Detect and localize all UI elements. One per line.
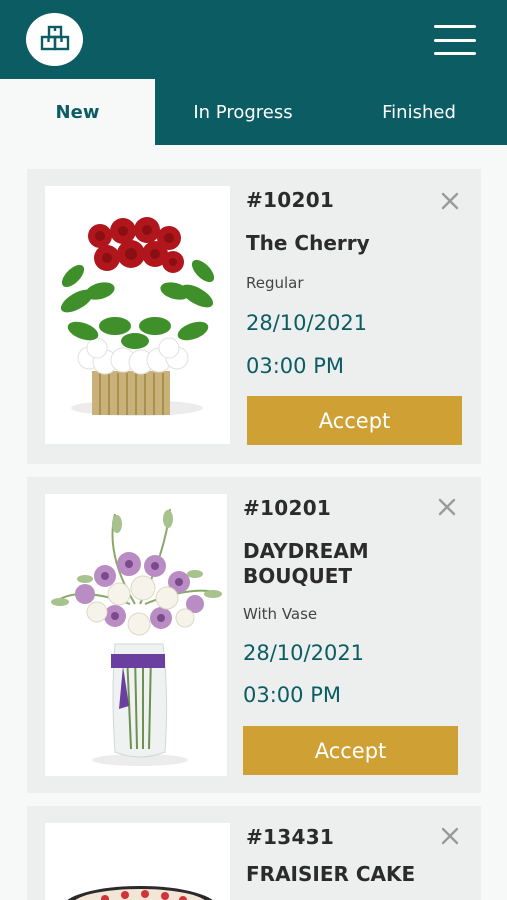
product-image-bouquet-vase	[45, 494, 227, 776]
hamburger-menu-icon[interactable]	[430, 22, 480, 58]
product-name: DAYDREAM BOUQUET	[243, 539, 369, 588]
order-card: #10201 DAYDREAM BOUQUET With Vase 28/10/…	[27, 477, 481, 793]
product-variant: With Vase	[243, 605, 318, 623]
delivery-time: 03:00 PM	[246, 354, 344, 378]
tab-finished[interactable]: Finished	[331, 79, 507, 145]
close-icon[interactable]	[436, 496, 458, 518]
delivery-date: 28/10/2021	[246, 311, 368, 335]
delivery-time: 03:00 PM	[243, 683, 341, 707]
product-name: The Cherry	[246, 231, 370, 255]
logo[interactable]	[26, 13, 83, 66]
delivery-date: 28/10/2021	[243, 641, 365, 665]
close-icon[interactable]	[439, 825, 461, 847]
menu-line	[434, 52, 476, 55]
tab-in-progress[interactable]: In Progress	[155, 79, 331, 145]
product-variant: Regular	[246, 274, 304, 292]
accept-button[interactable]: Accept	[243, 726, 458, 775]
tab-new[interactable]: New	[0, 79, 155, 145]
accept-button[interactable]: Accept	[247, 396, 462, 445]
order-number: #10201	[246, 188, 335, 212]
menu-line	[434, 38, 476, 42]
boxes-icon	[40, 25, 69, 50]
status-tabs: New In Progress Finished	[0, 79, 507, 145]
order-number: #13431	[246, 825, 335, 849]
order-number: #10201	[243, 496, 332, 520]
order-card: #10201 The Cherry Regular 28/10/2021 03:…	[27, 169, 481, 464]
close-icon[interactable]	[439, 190, 461, 212]
app-header: New In Progress Finished	[0, 0, 507, 145]
menu-line	[434, 25, 476, 28]
order-card: #13431 FRAISIER CAKE	[27, 806, 481, 900]
product-image-cake	[45, 823, 230, 900]
product-name: FRAISIER CAKE	[246, 862, 416, 886]
product-image-red-roses	[45, 186, 230, 444]
